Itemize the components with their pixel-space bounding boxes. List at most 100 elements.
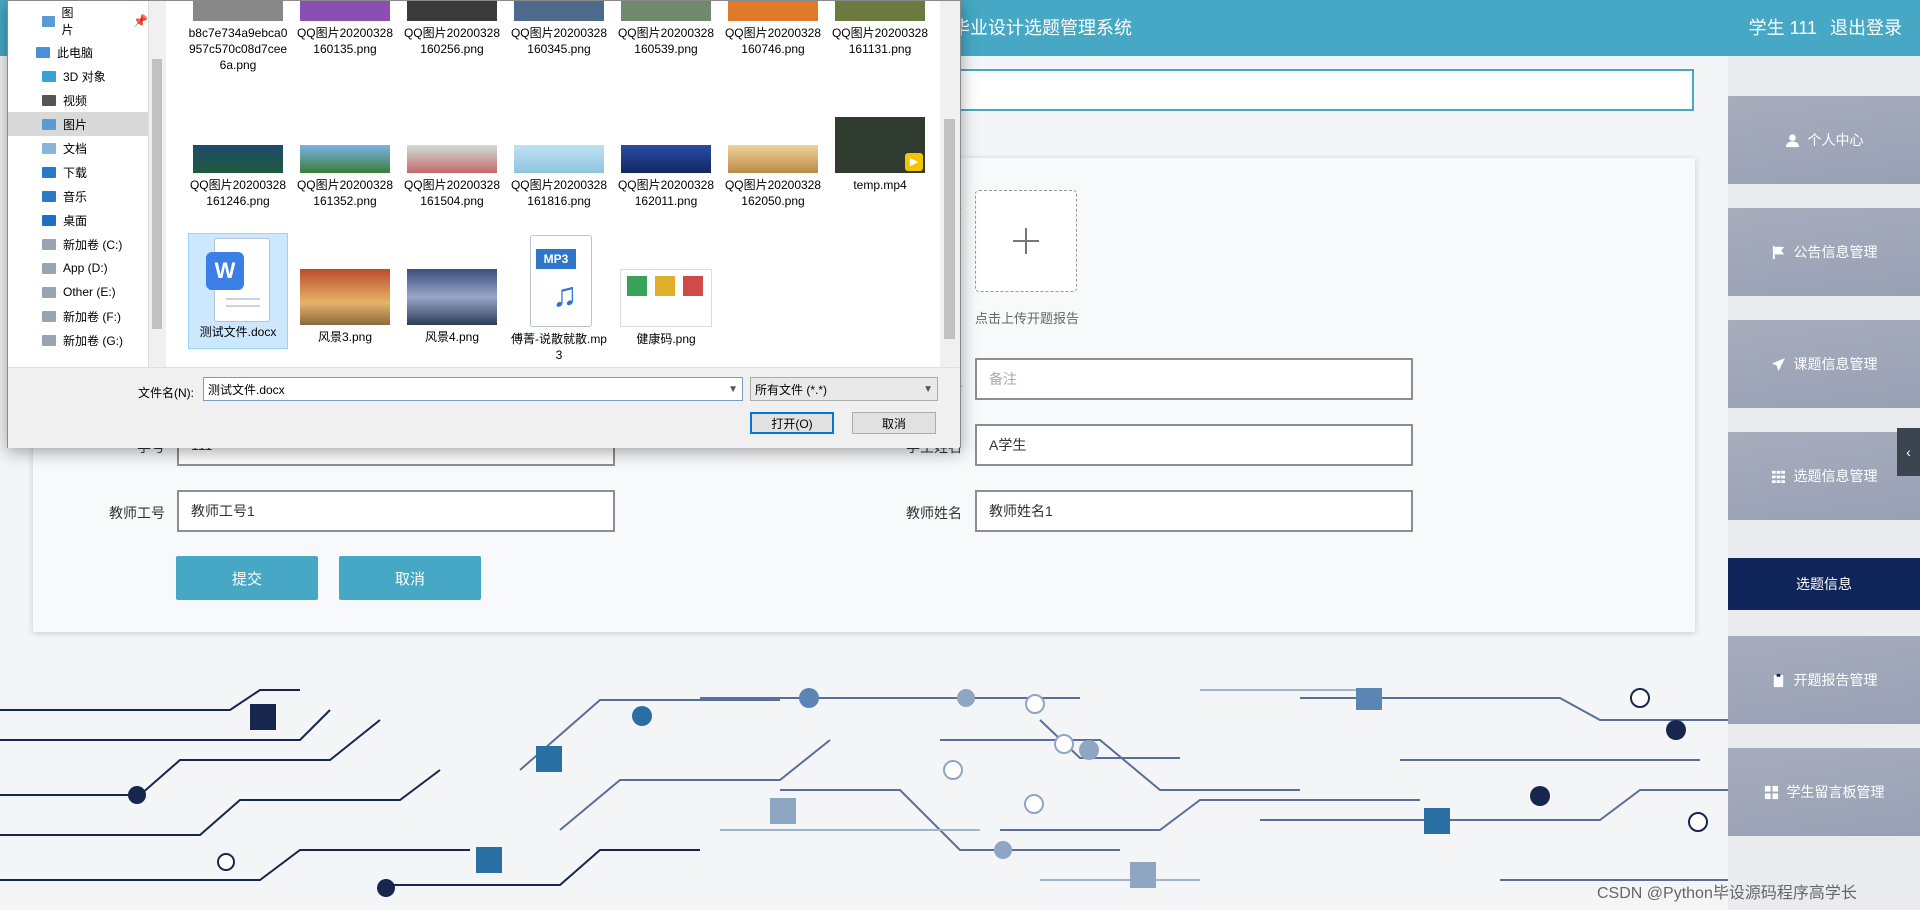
filename-value: 测试文件.docx — [208, 383, 285, 397]
file-tile[interactable]: QQ图片20200328160746.png — [723, 1, 823, 57]
file-tile[interactable]: ▶ temp.mp4 — [830, 117, 930, 193]
play-icon: ▶ — [905, 153, 923, 171]
nav-item-documents[interactable]: 文档 — [8, 136, 148, 160]
file-name: temp.mp4 — [853, 178, 907, 192]
file-list-scrollbar[interactable] — [940, 1, 959, 367]
logout-link[interactable]: 退出登录 — [1830, 18, 1902, 38]
open-button[interactable]: 打开(O) — [750, 412, 834, 434]
nav-item-label: 下载 — [63, 165, 88, 180]
file-name: QQ图片20200328161352.png — [296, 178, 394, 208]
nav-item-label: 图片 — [63, 117, 88, 132]
file-name: QQ图片20200328161816.png — [510, 178, 608, 208]
file-tile[interactable]: 风景4.png — [402, 269, 502, 345]
file-tile[interactable]: QQ图片20200328160256.png — [402, 1, 502, 57]
cube-icon — [42, 70, 56, 82]
file-tile[interactable]: QQ图片20200328161246.png — [188, 145, 288, 209]
file-name: QQ图片20200328161246.png — [189, 178, 287, 208]
file-tile[interactable]: QQ图片20200328161352.png — [295, 145, 395, 209]
picture-folder-icon — [42, 15, 55, 27]
sidebar-item-label: 选题信息 — [1796, 576, 1852, 592]
file-name: QQ图片20200328162011.png — [617, 178, 715, 208]
filename-input[interactable]: 测试文件.docx ▼ — [203, 377, 743, 401]
nav-item-pictures[interactable]: 图片 — [8, 112, 148, 136]
file-tile[interactable]: QQ图片20200328161131.png — [830, 1, 930, 57]
nav-item-music[interactable]: 音乐 — [8, 184, 148, 208]
file-name: QQ图片20200328160135.png — [296, 26, 394, 56]
drive-icon — [42, 238, 56, 250]
file-type-filter[interactable]: 所有文件 (*.*) ▼ — [750, 377, 938, 401]
watermark-text: CSDN @Python毕设源码程序高学长 — [1597, 885, 1857, 902]
file-tile[interactable]: QQ图片20200328162011.png — [616, 145, 716, 209]
file-tile[interactable]: QQ图片20200328160135.png — [295, 1, 395, 57]
cancel-button[interactable]: 取消 — [339, 556, 481, 600]
nav-item-label: 3D 对象 — [63, 69, 106, 84]
nav-item-drive-c[interactable]: 新加卷 (C:) — [8, 232, 148, 256]
grid-icon — [1771, 470, 1785, 483]
nav-item-drive-f[interactable]: 新加卷 (F:) — [8, 304, 148, 328]
file-tile[interactable]: QQ图片20200328160345.png — [509, 1, 609, 57]
file-tile[interactable]: b8c7e734a9ebca0957c570c08d7cee6a.png — [188, 1, 288, 73]
user-icon — [1785, 133, 1799, 147]
upload-hint: 点击上传开题报告 — [975, 311, 1080, 326]
nav-item-label: 文档 — [63, 141, 88, 156]
upload-button[interactable] — [975, 190, 1077, 292]
remark-input[interactable]: 备注 — [975, 358, 1413, 400]
nav-item-videos[interactable]: 视频 — [8, 88, 148, 112]
file-tile-selected[interactable]: W 测试文件.docx — [188, 233, 288, 349]
file-tile[interactable]: 健康码.png — [616, 269, 716, 347]
file-tile[interactable]: QQ图片20200328161816.png — [509, 145, 609, 209]
nav-item-label: 桌面 — [63, 213, 88, 228]
sidebar-item-notice[interactable]: 公告信息管理 — [1728, 208, 1920, 296]
teacher-no-input[interactable]: 教师工号1 — [177, 490, 615, 532]
sidebar-item-report[interactable]: 开题报告管理 — [1728, 636, 1920, 724]
nav-item-label: 此电脑 — [57, 45, 94, 60]
file-name: QQ图片20200328160345.png — [510, 26, 608, 56]
student-name-input[interactable]: A学生 — [975, 424, 1413, 466]
file-tile[interactable]: MP3 ♫ 傅菁-说散就散.mp3 — [509, 235, 609, 363]
computer-icon — [36, 46, 50, 58]
image-thumbnail — [514, 1, 604, 21]
file-name: QQ图片20200328161131.png — [831, 26, 929, 56]
file-open-dialog: 图片 📌 此电脑 3D 对象 视频 图片 文档 下载 音乐 桌面 新加卷 (C:… — [7, 0, 961, 448]
sidebar-item-topic[interactable]: 课题信息管理 — [1728, 320, 1920, 408]
sidebar-item-label: 课题信息管理 — [1793, 356, 1878, 372]
flag-icon — [1772, 245, 1784, 259]
dialog-cancel-button[interactable]: 取消 — [852, 412, 936, 434]
file-name: 风景4.png — [424, 330, 480, 344]
nav-scrollbar[interactable] — [149, 1, 165, 367]
sidebar-item-selection-manage[interactable]: 选题信息管理 — [1728, 432, 1920, 520]
nav-item-downloads[interactable]: 下载 — [8, 160, 148, 184]
circuit-decoration — [0, 688, 1728, 897]
submit-button[interactable]: 提交 — [176, 556, 318, 600]
file-tile[interactable]: QQ图片20200328162050.png — [723, 145, 823, 209]
chevron-down-icon[interactable]: ▼ — [728, 378, 738, 402]
nav-item-this-pc[interactable]: 此电脑 — [8, 40, 148, 64]
nav-item-pictures-quick[interactable]: 图片 📌 — [8, 6, 148, 37]
teacher-name-label: 教师姓名 — [906, 505, 962, 521]
file-tile[interactable]: 风景3.png — [295, 269, 395, 345]
image-thumbnail — [193, 145, 283, 173]
user-label: 学生 111 — [1748, 18, 1817, 38]
nav-item-drive-e[interactable]: Other (E:) — [8, 280, 148, 304]
nav-item-3d-objects[interactable]: 3D 对象 — [8, 64, 148, 88]
file-tile[interactable]: QQ图片20200328160539.png — [616, 1, 716, 57]
sidebar-item-selection[interactable]: 选题信息 — [1728, 558, 1920, 610]
file-list: b8c7e734a9ebca0957c570c08d7cee6a.png QQ图… — [166, 1, 940, 367]
video-icon — [42, 94, 56, 106]
image-thumbnail — [300, 269, 390, 325]
image-thumbnail — [300, 1, 390, 21]
filter-value: 所有文件 (*.*) — [755, 383, 828, 397]
sidebar-item-label: 学生留言板管理 — [1786, 784, 1885, 800]
sidebar-collapse-button[interactable]: ‹ — [1897, 428, 1920, 476]
scroll-thumb[interactable] — [944, 119, 955, 339]
file-tile[interactable]: QQ图片20200328161504.png — [402, 145, 502, 209]
sidebar-item-profile[interactable]: 个人中心 — [1728, 96, 1920, 184]
nav-item-drive-g[interactable]: 新加卷 (G:) — [8, 328, 148, 352]
nav-item-drive-d[interactable]: App (D:) — [8, 256, 148, 280]
sidebar-item-message[interactable]: 学生留言板管理 — [1728, 748, 1920, 836]
search-bar[interactable] — [950, 69, 1694, 111]
teacher-name-input[interactable]: 教师姓名1 — [975, 490, 1413, 532]
scroll-thumb[interactable] — [152, 59, 162, 329]
nav-item-desktop[interactable]: 桌面 — [8, 208, 148, 232]
send-icon — [1771, 357, 1785, 371]
